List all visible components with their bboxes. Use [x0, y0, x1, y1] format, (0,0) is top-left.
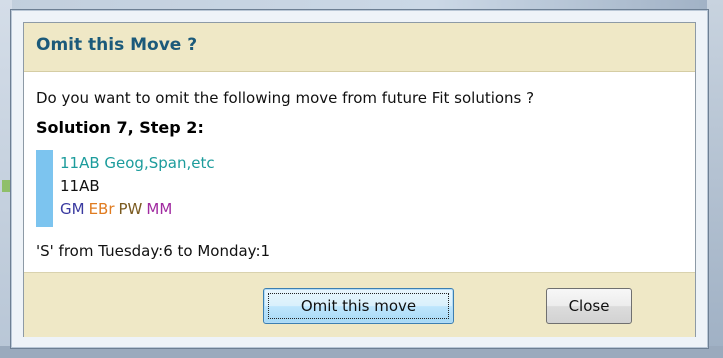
move-group-line: 11AB: [60, 177, 100, 195]
move-color-bar: [36, 150, 53, 227]
dialog-button-area: Omit this move Close: [24, 272, 695, 337]
dialog-title-bar: Omit this Move ?: [24, 23, 695, 72]
teacher-code: MM: [146, 200, 173, 218]
move-lines: 11AB Geog,Span,etc 11AB GM EBr PW MM: [60, 152, 215, 221]
move-class-line: 11AB Geog,Span,etc: [60, 154, 215, 172]
omit-move-button[interactable]: Omit this move: [263, 288, 454, 324]
background-green-marker: [2, 180, 10, 192]
background-window-strip-right: [707, 0, 723, 358]
move-details: 11AB Geog,Span,etc 11AB GM EBr PW MM: [36, 150, 396, 228]
teacher-code: GM: [60, 200, 85, 218]
close-button[interactable]: Close: [546, 288, 632, 324]
dialog-content-panel: Omit this Move ? Do you want to omit the…: [23, 22, 696, 337]
move-teachers-line: GM EBr PW MM: [60, 198, 215, 221]
dialog-title: Omit this Move ?: [36, 35, 198, 55]
teacher-code: PW: [118, 200, 143, 218]
solution-step-heading: Solution 7, Step 2:: [36, 118, 204, 137]
omit-move-dialog: Omit this Move ? Do you want to omit the…: [10, 9, 709, 349]
omit-question-text: Do you want to omit the following move f…: [36, 89, 535, 107]
close-button-label: Close: [568, 297, 610, 315]
omit-move-button-label: Omit this move: [300, 297, 417, 315]
teacher-code: EBr: [88, 200, 115, 218]
move-description: 'S' from Tuesday:6 to Monday:1: [36, 242, 271, 260]
